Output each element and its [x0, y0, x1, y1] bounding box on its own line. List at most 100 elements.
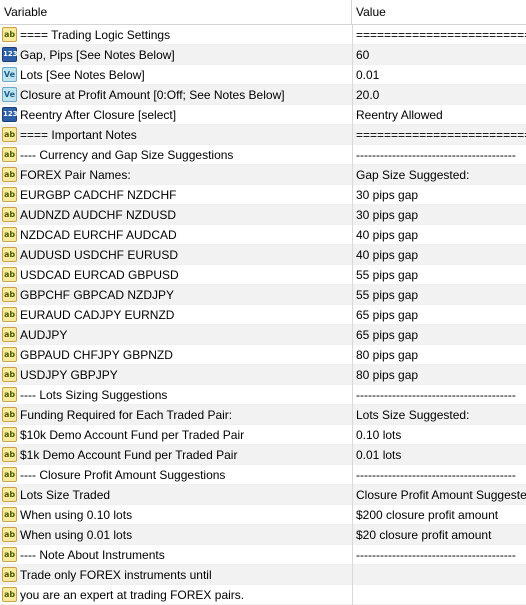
parameter-row[interactable]: ab AUDNZD AUDCHF NZDUSD 30 pips gap — [0, 205, 526, 225]
parameter-name: FOREX Pair Names: — [20, 168, 131, 182]
parameter-row[interactable]: ab AUDJPY 65 pips gap — [0, 325, 526, 345]
string-type-icon: ab — [2, 327, 17, 342]
parameter-row[interactable]: 123 Gap, Pips [See Notes Below] 60 — [0, 45, 526, 65]
parameter-name: USDCAD EURCAD GBPUSD — [20, 268, 179, 282]
variable-column-header[interactable]: Variable — [0, 0, 352, 24]
parameter-row[interactable]: ab GBPAUD CHFJPY GBPNZD 80 pips gap — [0, 345, 526, 365]
parameter-value[interactable]: 30 pips gap — [356, 205, 526, 225]
parameter-name: ---- Currency and Gap Size Suggestions — [20, 148, 234, 162]
parameter-row[interactable]: Ve Closure at Profit Amount [0:Off; See N… — [0, 85, 526, 105]
parameter-value[interactable]: 40 pips gap — [356, 225, 526, 245]
column-divider — [352, 585, 353, 605]
parameter-value[interactable]: 0.01 — [356, 65, 526, 85]
column-divider — [352, 205, 353, 225]
parameter-name: Trade only FOREX instruments until — [20, 568, 212, 582]
column-divider — [352, 485, 353, 505]
parameter-value[interactable]: 40 pips gap — [356, 245, 526, 265]
parameter-value[interactable]: 65 pips gap — [356, 325, 526, 345]
parameter-value[interactable]: 0.01 lots — [356, 445, 526, 465]
parameter-value[interactable]: ---------------------------------------- — [356, 465, 526, 485]
parameter-value[interactable]: $20 closure profit amount — [356, 525, 526, 545]
parameter-name: AUDJPY — [20, 328, 68, 342]
parameter-name: you are an expert at trading FOREX pairs… — [20, 588, 245, 602]
string-type-icon: ab — [2, 587, 17, 602]
parameter-row[interactable]: ab $10k Demo Account Fund per Traded Pair… — [0, 425, 526, 445]
parameter-row[interactable]: ab NZDCAD EURCHF AUDCAD 40 pips gap — [0, 225, 526, 245]
parameter-name: USDJPY GBPJPY — [20, 368, 118, 382]
parameter-value[interactable]: ================================ — [356, 125, 526, 145]
parameter-name: $1k Demo Account Fund per Traded Pair — [20, 448, 238, 462]
parameter-name: GBPAUD CHFJPY GBPNZD — [20, 348, 173, 362]
parameter-row[interactable]: ab EURAUD CADJPY EURNZD 65 pips gap — [0, 305, 526, 325]
column-divider — [352, 385, 353, 405]
parameter-name: Lots Size Traded — [20, 488, 111, 502]
parameter-name: Lots [See Notes Below] — [20, 68, 145, 82]
parameter-name: ---- Lots Sizing Suggestions — [20, 388, 168, 402]
parameter-row[interactable]: ab Funding Required for Each Traded Pair:… — [0, 405, 526, 425]
column-divider — [352, 285, 353, 305]
parameter-value[interactable] — [356, 585, 526, 605]
string-type-icon: ab — [2, 447, 17, 462]
parameter-value[interactable]: Reentry Allowed — [356, 105, 526, 125]
parameter-value[interactable]: ================================ — [356, 25, 526, 45]
grid-rows: ab ==== Trading Logic Settings ===========… — [0, 25, 526, 605]
parameter-value[interactable]: 55 pips gap — [356, 265, 526, 285]
parameter-value[interactable]: Gap Size Suggested: — [356, 165, 526, 185]
parameter-value[interactable]: 20.0 — [356, 85, 526, 105]
parameter-row[interactable]: ab ==== Trading Logic Settings ===========… — [0, 25, 526, 45]
parameter-value[interactable]: $200 closure profit amount — [356, 505, 526, 525]
parameter-row[interactable]: ab Lots Size Traded Closure Profit Amount … — [0, 485, 526, 505]
parameter-value[interactable]: 30 pips gap — [356, 185, 526, 205]
column-divider — [352, 25, 353, 45]
column-divider — [352, 105, 353, 125]
parameter-row[interactable]: ab ---- Closure Profit Amount Suggestions… — [0, 465, 526, 485]
string-type-icon: ab — [2, 207, 17, 222]
parameter-row[interactable]: ab ---- Currency and Gap Size Suggestions… — [0, 145, 526, 165]
parameter-value[interactable]: Lots Size Suggested: — [356, 405, 526, 425]
parameter-value[interactable]: 60 — [356, 45, 526, 65]
parameter-row[interactable]: ab When using 0.10 lots $200 closure profi… — [0, 505, 526, 525]
column-divider — [352, 45, 353, 65]
parameter-value[interactable]: ---------------------------------------- — [356, 545, 526, 565]
column-divider — [352, 545, 353, 565]
column-divider — [352, 85, 353, 105]
column-divider — [352, 125, 353, 145]
parameter-row[interactable]: ab ---- Note About Instruments -----------… — [0, 545, 526, 565]
parameter-value[interactable]: 80 pips gap — [356, 365, 526, 385]
parameter-value[interactable]: 0.10 lots — [356, 425, 526, 445]
parameter-name: Gap, Pips [See Notes Below] — [20, 48, 175, 62]
parameter-value[interactable] — [356, 565, 526, 585]
parameter-row[interactable]: ab AUDUSD USDCHF EURUSD 40 pips gap — [0, 245, 526, 265]
string-type-icon: ab — [2, 267, 17, 282]
parameter-value[interactable]: 55 pips gap — [356, 285, 526, 305]
parameter-row[interactable]: ab USDJPY GBPJPY 80 pips gap — [0, 365, 526, 385]
parameter-row[interactable]: Ve Lots [See Notes Below] 0.01 — [0, 65, 526, 85]
parameter-row[interactable]: ab When using 0.01 lots $20 closure profit… — [0, 525, 526, 545]
parameter-row[interactable]: ab FOREX Pair Names: Gap Size Suggested: — [0, 165, 526, 185]
parameter-name: AUDNZD AUDCHF NZDUSD — [20, 208, 176, 222]
parameter-value[interactable]: ---------------------------------------- — [356, 145, 526, 165]
parameter-name: When using 0.01 lots — [20, 528, 133, 542]
parameter-value[interactable]: 80 pips gap — [356, 345, 526, 365]
parameter-row[interactable]: ab USDCAD EURCAD GBPUSD 55 pips gap — [0, 265, 526, 285]
column-divider — [352, 325, 353, 345]
parameter-row[interactable]: ab GBPCHF GBPCAD NZDJPY 55 pips gap — [0, 285, 526, 305]
parameter-row[interactable]: ab you are an expert at trading FOREX pai… — [0, 585, 526, 605]
parameter-row[interactable]: 123 Reentry After Closure [select] Reentry… — [0, 105, 526, 125]
parameter-row[interactable]: ab ==== Important Notes ==================… — [0, 125, 526, 145]
value-column-header[interactable]: Value — [352, 0, 526, 24]
string-type-icon: ab — [2, 287, 17, 302]
parameter-row[interactable]: ab ---- Lots Sizing Suggestions ----------… — [0, 385, 526, 405]
parameter-value[interactable]: 65 pips gap — [356, 305, 526, 325]
parameter-name: GBPCHF GBPCAD NZDJPY — [20, 288, 175, 302]
parameter-row[interactable]: ab EURGBP CADCHF NZDCHF 30 pips gap — [0, 185, 526, 205]
parameter-row[interactable]: ab $1k Demo Account Fund per Traded Pair 0… — [0, 445, 526, 465]
column-divider — [352, 365, 353, 385]
string-type-icon: ab — [2, 427, 17, 442]
string-type-icon: ab — [2, 487, 17, 502]
column-divider — [352, 245, 353, 265]
parameter-value[interactable]: ---------------------------------------- — [356, 385, 526, 405]
parameter-value[interactable]: Closure Profit Amount Suggested: — [356, 485, 526, 505]
string-type-icon: ab — [2, 247, 17, 262]
parameter-row[interactable]: ab Trade only FOREX instruments until — [0, 565, 526, 585]
